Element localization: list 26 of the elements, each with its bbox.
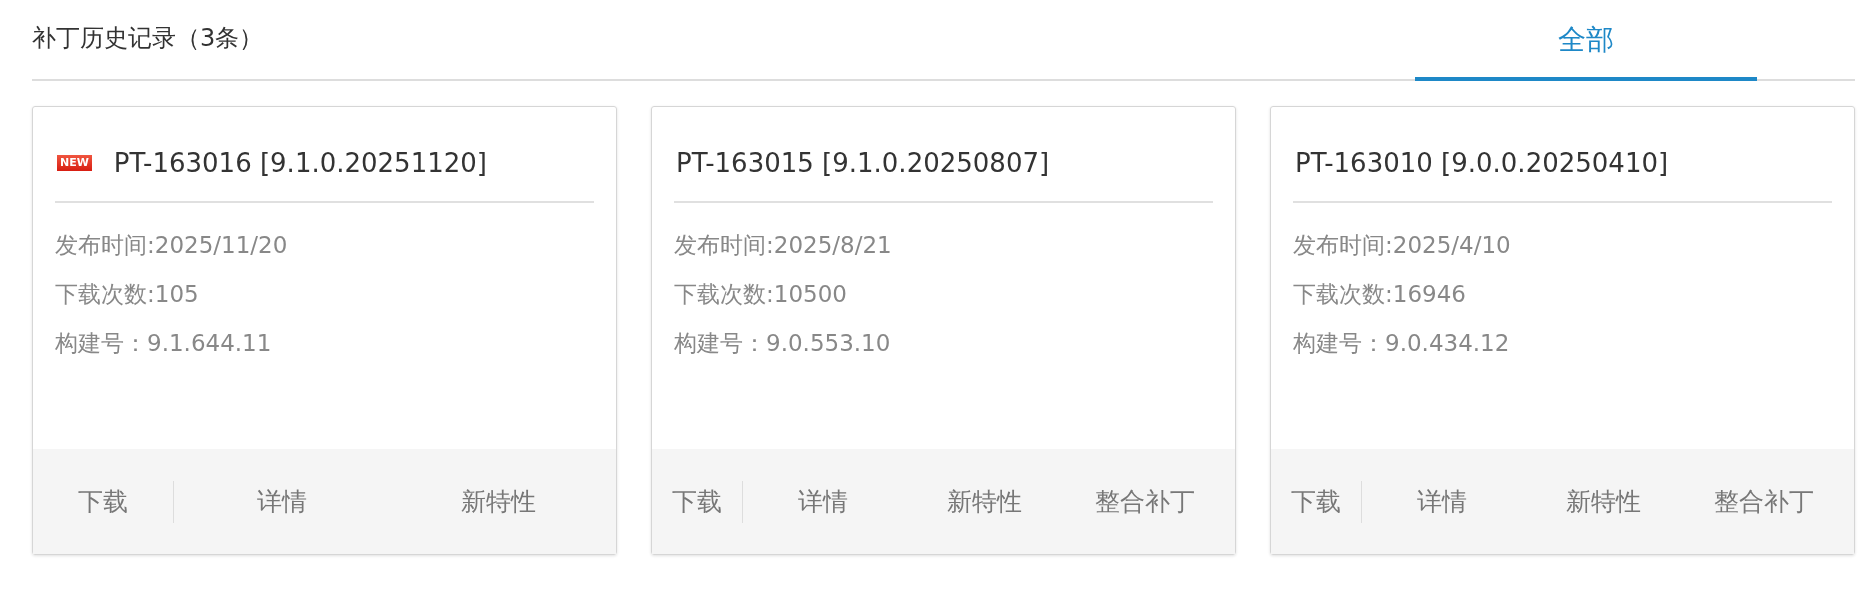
info-text: 下载次数:10500 (674, 280, 848, 309)
action-button[interactable]: 新特性 (903, 475, 1065, 528)
patch-title: PT-163015 [9.1.0.20250807] (676, 148, 1050, 178)
info-text: 发布时间:2025/4/10 (1293, 231, 1512, 260)
action-button[interactable]: 整合补丁 (1064, 475, 1225, 528)
action-button[interactable]: 详情 (174, 475, 390, 528)
action-button[interactable]: 详情 (1362, 475, 1523, 528)
action-button[interactable]: 下载 (1271, 475, 1361, 528)
info-text: 下载次数:105 (55, 280, 200, 309)
tab[interactable]: 全部 (1415, 21, 1757, 81)
patch-title: PT-163010 [9.0.0.20250410] (1295, 148, 1669, 178)
patch-title: PT-163016 [9.1.0.20251120] (113, 148, 487, 178)
page-title: 补丁历史记录（3条） (32, 22, 264, 54)
action-button[interactable]: 整合补丁 (1683, 475, 1844, 528)
info-text: 构建号：9.1.644.11 (55, 329, 273, 358)
action-button[interactable]: 下载 (652, 475, 742, 528)
info-text: 构建号：9.0.553.10 (674, 329, 892, 358)
action-button[interactable]: 新特性 (1522, 475, 1684, 528)
info-text: 下载次数:16946 (1293, 280, 1467, 309)
action-button[interactable]: 详情 (743, 475, 904, 528)
action-button[interactable]: 下载 (33, 475, 173, 528)
info-text: 发布时间:2025/8/21 (674, 231, 893, 260)
info-text: 构建号：9.0.434.12 (1293, 329, 1511, 358)
action-button[interactable]: 新特性 (390, 475, 606, 528)
info-text: 发布时间:2025/11/20 (55, 231, 289, 260)
new-badge: NEW (57, 155, 92, 171)
